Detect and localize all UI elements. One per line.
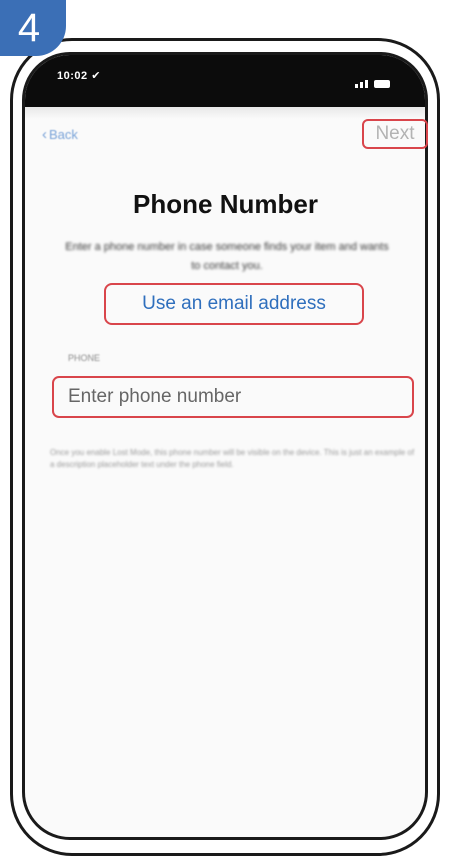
use-email-button[interactable]: Use an email address [104,283,364,325]
status-time: 10:02 ✔ [57,70,101,82]
page-description: Enter a phone number in case someone fin… [65,241,389,272]
nav-divider [25,107,425,119]
phone-number-input[interactable] [52,376,414,418]
back-button[interactable]: ‹ Back [42,126,78,143]
phone-note: Once you enable Lost Mode, this phone nu… [50,448,415,469]
signal-battery-icon [355,70,395,88]
phone-field-label: PHONE [68,353,101,363]
phone-screen: 10:02 ✔ [22,52,428,840]
page-title: Phone Number [133,189,318,219]
status-bar: 10:02 ✔ [25,55,425,107]
chevron-left-icon: ‹ [42,126,47,143]
back-label: Back [49,127,78,142]
step-number-badge: 4 [0,0,66,56]
next-button[interactable]: Next [362,119,428,149]
